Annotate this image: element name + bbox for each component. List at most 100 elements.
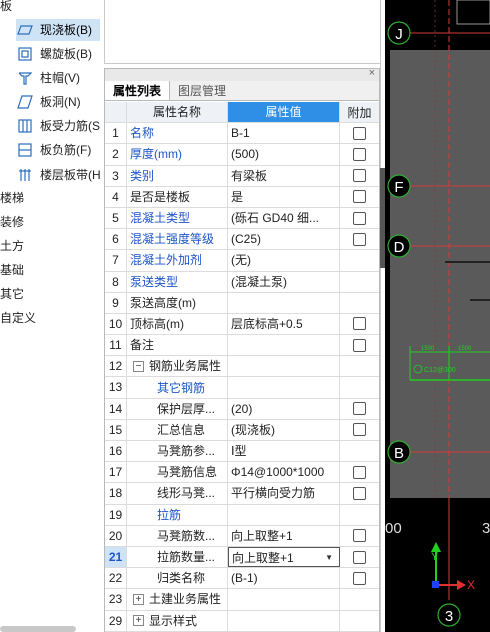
component-tree: 板现浇板(B) 螺旋板(B) 柱帽(V) 板洞(N) 板受力筋(S 板负筋(F) 楼层板带(… [0, 0, 104, 632]
attach-checkbox[interactable] [353, 529, 366, 543]
property-value[interactable]: (现浇板) [228, 419, 340, 440]
tree-scrollbar[interactable] [0, 626, 76, 632]
close-icon[interactable]: × [369, 67, 375, 79]
column-cap-icon [16, 69, 34, 87]
tree-category-0[interactable]: 楼梯 [0, 187, 24, 209]
tree-item-4[interactable]: 板受力筋(S [16, 115, 104, 137]
property-row[interactable]: 3 类别 有梁板 [105, 165, 379, 187]
property-value[interactable] [228, 356, 340, 377]
tab-properties[interactable]: 属性列表 [105, 81, 171, 100]
row-number: 4 [105, 186, 127, 207]
attach-checkbox[interactable] [353, 550, 366, 564]
tree-category-5[interactable]: 自定义 [0, 307, 36, 329]
add-cell [340, 144, 379, 164]
property-row[interactable]: 5 混凝土类型 (砾石 GD40 细... [105, 207, 379, 230]
attach-checkbox[interactable] [353, 317, 366, 331]
tree-category-4[interactable]: 其它 [0, 283, 24, 305]
ucs-x-arrow [457, 580, 466, 590]
tree-item-3[interactable]: 板洞(N) [16, 91, 104, 113]
attach-checkbox[interactable] [353, 169, 366, 183]
attach-checkbox[interactable] [353, 147, 366, 161]
tree-category-1[interactable]: 装修 [0, 211, 24, 233]
expand-icon[interactable]: + [133, 593, 144, 605]
property-row[interactable]: 16 马凳筋参... Ⅰ型 [105, 441, 379, 463]
property-value[interactable]: B-1 [228, 123, 340, 144]
property-row[interactable]: 20 马凳筋数... 向上取整+1 [105, 525, 379, 547]
property-value[interactable] [228, 589, 340, 610]
property-value[interactable]: (20) [228, 398, 340, 419]
property-value[interactable]: 是 [228, 186, 340, 207]
attach-checkbox[interactable] [353, 232, 366, 246]
property-row[interactable]: 19 拉筋 [105, 504, 379, 526]
property-value[interactable] [228, 292, 340, 313]
attach-checkbox[interactable] [353, 465, 366, 479]
tree-item-6[interactable]: 楼层板带(H [16, 164, 104, 186]
expand-icon[interactable]: + [133, 615, 144, 627]
property-value[interactable]: (混凝土泵) [228, 271, 340, 292]
property-value[interactable]: (砾石 GD40 细... [228, 207, 340, 229]
collapse-icon[interactable]: − [133, 360, 144, 372]
property-row[interactable]: 22 归类名称 (B-1) [105, 568, 379, 590]
property-row[interactable]: 18 线形马凳... 平行横向受力筋 [105, 483, 379, 505]
tree-category-2[interactable]: 土方 [0, 235, 24, 257]
property-row[interactable]: 10 顶标高(m) 层底标高+0.5 [105, 313, 379, 336]
property-row[interactable]: 12− 钢筋业务属性 [105, 356, 379, 378]
property-row[interactable]: 9 泵送高度(m) [105, 292, 379, 314]
chevron-down-icon[interactable]: ▼ [325, 548, 333, 566]
tree-item-1[interactable]: 螺旋板(B) [16, 43, 104, 65]
slab-region[interactable] [390, 50, 490, 498]
property-value[interactable]: 平行横向受力筋 [228, 483, 340, 504]
tree-root-slab[interactable]: 板 [0, 0, 12, 17]
attach-checkbox[interactable] [353, 486, 366, 500]
property-value[interactable]: 向上取整+1 [228, 525, 340, 546]
property-row[interactable]: 14 保护层厚... (20) [105, 398, 379, 420]
attach-checkbox[interactable] [353, 571, 366, 585]
property-name-text: 钢筋业务属性 [149, 359, 222, 374]
property-value[interactable]: 有梁板 [228, 165, 340, 186]
property-row[interactable]: 7 混凝土外加剂 (无) [105, 250, 379, 272]
property-row[interactable]: 15 汇总信息 (现浇板) [105, 419, 379, 441]
property-row[interactable]: 13 其它钢筋 [105, 377, 379, 399]
slab-hole-icon [16, 93, 34, 111]
attach-checkbox[interactable] [353, 211, 366, 225]
property-row[interactable]: 11 备注 [105, 335, 379, 357]
attach-checkbox[interactable] [353, 338, 366, 352]
property-row[interactable]: 21 拉筋数量... 向上取整+1 ▼ [105, 546, 379, 569]
property-value[interactable] [228, 610, 340, 631]
tree-item-5[interactable]: 板负筋(F) [16, 139, 104, 161]
tab-layers[interactable]: 图层管理 [170, 81, 234, 100]
property-value[interactable]: Φ14@1000*1000 [228, 462, 340, 483]
property-value[interactable]: Ⅰ型 [228, 441, 340, 462]
attach-checkbox[interactable] [353, 423, 366, 437]
property-value[interactable] [228, 504, 340, 525]
tree-item-0[interactable]: 现浇板(B) [16, 19, 100, 41]
property-value[interactable]: (500) [228, 144, 340, 165]
add-cell [340, 611, 379, 631]
attach-checkbox[interactable] [353, 402, 366, 416]
property-row[interactable]: 8 泵送类型 (混凝土泵) [105, 271, 379, 293]
property-value-dropdown[interactable]: 向上取整+1 ▼ [228, 546, 340, 568]
property-row[interactable]: 17 马凳筋信息 Φ14@1000*1000 [105, 462, 379, 484]
property-row[interactable]: 1 名称 B-1 [105, 123, 379, 145]
property-row[interactable]: 23 + 土建业务属性 [105, 589, 379, 611]
property-value[interactable]: (B-1) [228, 568, 340, 589]
tree-category-3[interactable]: 基础 [0, 259, 24, 281]
property-value[interactable] [228, 335, 340, 356]
property-name: 混凝土强度等级 [127, 229, 228, 250]
property-value[interactable] [228, 377, 340, 398]
row-number: 21 [105, 546, 127, 568]
property-name-text: 马凳筋参... [157, 444, 216, 459]
property-row[interactable]: 29 + 显示样式 [105, 610, 379, 632]
attach-checkbox[interactable] [353, 126, 366, 140]
property-value[interactable]: (C25) [228, 229, 340, 250]
coord-label-right: 3 [482, 520, 490, 537]
property-row[interactable]: 2 厚度(mm) (500) [105, 144, 379, 166]
property-grid: 属性名称 属性值 附加 1 名称 B-1 2 厚度(mm) (500) 3 类别 有梁板 4 是否是… [105, 102, 379, 632]
property-value[interactable]: 层底标高+0.5 [228, 313, 340, 335]
drawing-canvas[interactable]: 1500 1500 C12@300 J F D B 00 3 Y X 3 [385, 0, 490, 632]
property-row[interactable]: 4 是否是楼板 是 [105, 186, 379, 208]
property-row[interactable]: 6 混凝土强度等级 (C25) [105, 229, 379, 251]
attach-checkbox[interactable] [353, 190, 366, 204]
property-value[interactable]: (无) [228, 250, 340, 271]
tree-item-2[interactable]: 柱帽(V) [16, 67, 104, 89]
